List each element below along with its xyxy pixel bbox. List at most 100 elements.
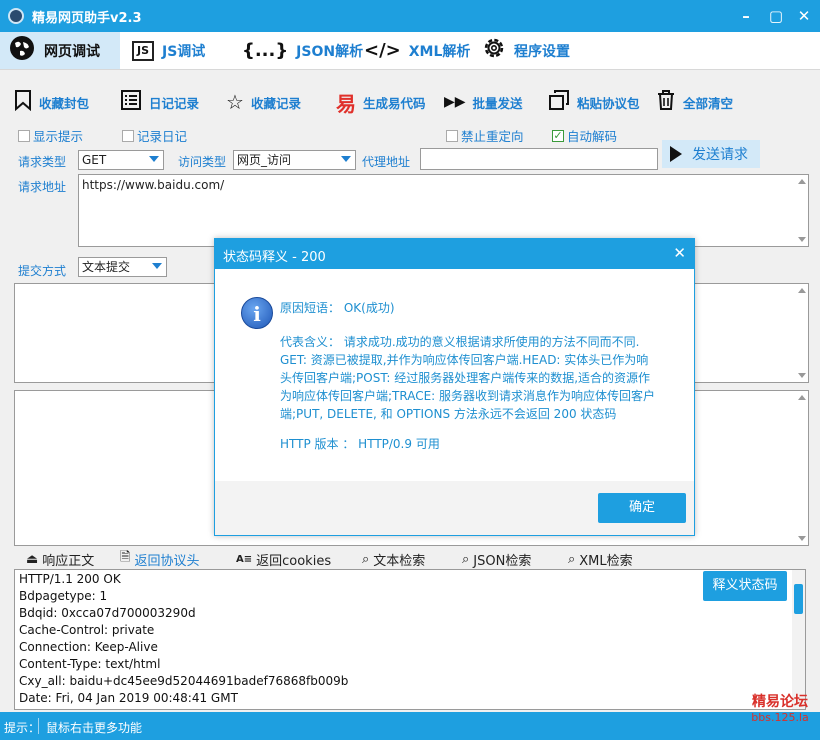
reason-phrase-value: OK(成功): [343, 301, 395, 315]
yi-icon: 易: [336, 91, 356, 116]
show-tips-box[interactable]: [18, 129, 30, 142]
tab-response-headers[interactable]: 🗎 返回协议头: [114, 549, 205, 569]
paste-packet-label: 粘贴协议包: [577, 95, 640, 111]
favorites-label: 收藏记录: [250, 95, 301, 111]
meaning-line: GET: 资源已被提取,并作为响应体传回客户端.HEAD: 实体头已作为响: [280, 353, 649, 367]
log-record-label: 日记记录: [149, 95, 200, 111]
maximize-button[interactable]: ▢: [764, 4, 788, 28]
proxy-label: 代理地址: [362, 155, 411, 169]
tab-text-search-label: 文本检索: [373, 553, 426, 569]
js-icon: JS: [132, 40, 155, 61]
status-text: 鼠标右击更多功能: [46, 721, 143, 735]
batch-send-label: 批量发送: [472, 95, 523, 111]
show-tips-checkbox[interactable]: 显示提示: [18, 126, 83, 145]
globe-icon: [8, 34, 36, 67]
request-type-select[interactable]: GET: [78, 150, 164, 170]
document-icon: 🗎: [120, 550, 131, 565]
auto-decode-checkbox[interactable]: ✓ 自动解码: [552, 126, 617, 145]
post-data-scrollbar[interactable]: [796, 284, 808, 382]
app-logo-icon: [8, 8, 24, 24]
url-input[interactable]: https://www.baidu.com/: [78, 174, 809, 247]
tab-text-search[interactable]: ⌕ 文本检索: [356, 549, 431, 569]
send-request-label: 发送请求: [692, 147, 748, 163]
response-scrollbar[interactable]: [792, 570, 805, 709]
submit-method-label: 提交方式: [18, 264, 67, 278]
auto-decode-label: 自动解码: [567, 129, 618, 144]
generate-code-button[interactable]: 易 生成易代码: [336, 88, 426, 116]
access-type-label: 访问类型: [178, 155, 227, 169]
log-record-button[interactable]: 日记记录: [120, 88, 199, 116]
request-type-value: GET: [82, 153, 107, 167]
url-label: 请求地址: [18, 180, 67, 194]
watermark-line2: bbs.125.la: [751, 711, 809, 724]
minimize-button[interactable]: –: [734, 4, 758, 28]
gear-icon: [482, 36, 506, 65]
response-headers-output[interactable]: HTTP/1.1 200 OK Bdpagetype: 1 Bdqid: 0xc…: [14, 569, 806, 710]
tab-js-debug-label: JS调试: [162, 43, 206, 60]
batch-send-button[interactable]: ▶▶ 批量发送: [444, 88, 523, 116]
favorites-button[interactable]: ☆ 收藏记录: [226, 88, 301, 116]
search-icon: ⌕: [568, 551, 576, 567]
request-headers-scrollbar[interactable]: [796, 391, 808, 545]
meaning-line: 代表含义： 请求成功.成功的意义根据请求所使用的方法不同而不同.: [280, 335, 640, 349]
list-icon: [120, 89, 142, 116]
bookmark-packet-button[interactable]: 收藏封包: [14, 88, 89, 116]
access-type-select[interactable]: 网页_访问: [233, 150, 356, 170]
tab-xml-parse[interactable]: </> XML解析: [356, 32, 478, 69]
scrollbar-thumb[interactable]: [794, 584, 803, 614]
submit-method-value: 文本提交: [82, 260, 131, 274]
tab-json-parse[interactable]: {...} JSON解析: [234, 32, 371, 69]
response-line: Content-Type: text/html: [19, 657, 161, 671]
ok-button[interactable]: 确定: [598, 493, 686, 523]
checkmark-icon[interactable]: ✓: [552, 129, 564, 142]
meaning-text: 代表含义： 请求成功.成功的意义根据请求所使用的方法不同而不同. GET: 资源…: [280, 333, 680, 423]
submit-method-select[interactable]: 文本提交: [78, 257, 167, 277]
tab-json-search[interactable]: ⌕ JSON检索: [456, 549, 537, 569]
send-request-button[interactable]: 发送请求: [662, 140, 760, 168]
window-title: 精易网页助手v2.3: [32, 11, 142, 26]
dialog-close-button[interactable]: ✕: [673, 244, 686, 262]
tab-settings-label: 程序设置: [514, 43, 570, 60]
proxy-input[interactable]: [420, 148, 658, 170]
chevron-down-icon: [341, 156, 351, 162]
response-line: Connection: Keep-Alive: [19, 640, 158, 654]
response-line: HTTP/1.1 200 OK: [19, 572, 121, 586]
clear-all-button[interactable]: 全部清空: [656, 88, 733, 116]
show-tips-label: 显示提示: [33, 129, 84, 144]
close-window-button[interactable]: ✕: [792, 4, 816, 28]
chevron-down-icon: [152, 263, 162, 269]
tab-xml-search-label: XML检索: [579, 553, 633, 569]
record-log-checkbox[interactable]: 记录日记: [122, 126, 187, 145]
no-redirect-box[interactable]: [446, 129, 458, 142]
response-line: Bdpagetype: 1: [19, 589, 108, 603]
tab-response-cookies[interactable]: A≡ 返回cookies: [230, 549, 337, 569]
tab-settings[interactable]: 程序设置: [474, 32, 578, 69]
clear-all-label: 全部清空: [683, 95, 734, 111]
explain-status-code-button[interactable]: 释义状态码: [703, 571, 787, 601]
forum-watermark: 精易论坛 bbs.125.la: [740, 694, 820, 726]
tab-xml-parse-label: XML解析: [408, 43, 471, 60]
record-log-label: 记录日记: [137, 129, 188, 144]
chevron-down-icon: [149, 156, 159, 162]
search-icon: ⌕: [462, 551, 470, 567]
paste-packet-button[interactable]: 粘贴协议包: [548, 88, 640, 116]
tab-js-debug[interactable]: JS JS调试: [124, 32, 213, 69]
dialog-title: 状态码释义 - 200: [223, 250, 326, 265]
record-log-box[interactable]: [122, 129, 134, 142]
tab-web-debug[interactable]: 网页调试: [0, 32, 120, 69]
url-scrollbar[interactable]: [796, 175, 808, 246]
no-redirect-checkbox[interactable]: 禁止重定向: [446, 126, 524, 145]
dialog-title-bar: 状态码释义 - 200 ✕: [215, 239, 694, 269]
tab-response-headers-label: 返回协议头: [134, 553, 200, 569]
dialog-body: i 原因短语： OK(成功) 代表含义： 请求成功.成功的意义根据请求所使用的方…: [215, 269, 694, 481]
response-line: Cache-Control: private: [19, 623, 155, 637]
meaning-line: 端;PUT, DELETE, 和 OPTIONS 方法永远不会返回 200 状态…: [280, 407, 617, 421]
tab-response-cookies-label: 返回cookies: [256, 553, 332, 569]
title-bar: 精易网页助手v2.3 – ▢ ✕: [0, 0, 820, 32]
watermark-line1: 精易论坛: [752, 694, 808, 710]
json-braces-icon: {...}: [242, 40, 289, 61]
generate-code-label: 生成易代码: [363, 95, 426, 111]
play-icon: [670, 146, 682, 162]
tab-response-body[interactable]: ⏏ 响应正文: [20, 549, 100, 569]
tab-xml-search[interactable]: ⌕ XML检索: [562, 549, 639, 569]
